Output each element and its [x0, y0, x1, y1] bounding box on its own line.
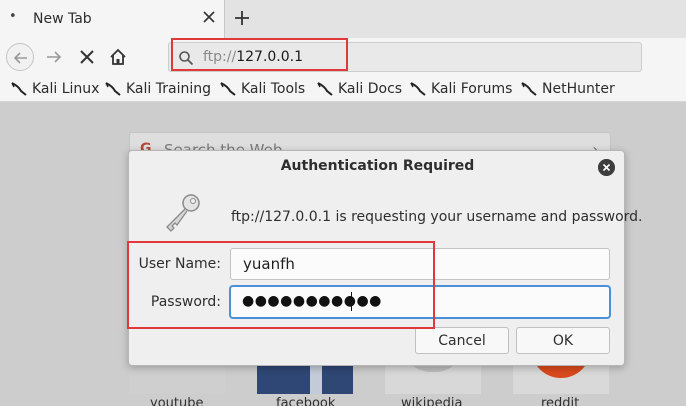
close-tab-icon[interactable] — [202, 10, 216, 24]
tile-label: reddit — [541, 396, 580, 406]
forward-arrow-icon[interactable] — [44, 47, 64, 67]
bookmark-label: Kali Linux — [32, 81, 100, 97]
kali-dragon-icon — [521, 82, 537, 96]
bookmark-label: Kali Forums — [431, 81, 513, 97]
kali-dragon-icon — [410, 82, 426, 96]
bookmark-label: NetHunter — [542, 81, 615, 97]
tab-indicator-icon: • — [9, 9, 17, 24]
bookmark-label: Kali Training — [126, 81, 211, 97]
home-icon[interactable] — [108, 47, 128, 67]
back-button[interactable] — [6, 43, 34, 71]
key-icon — [166, 194, 200, 232]
navigation-toolbar: ftp://127.0.0.1 — [0, 38, 686, 76]
url-highlight-box — [171, 38, 348, 71]
tile-label: facebook — [276, 396, 336, 406]
bookmark-kali-tools[interactable]: Kali Tools — [219, 80, 305, 98]
bookmark-label: Kali Tools — [241, 81, 306, 97]
dialog-message: ftp://127.0.0.1 is requesting your usern… — [231, 209, 643, 225]
tile-label: youtube — [150, 396, 204, 406]
ok-button[interactable]: OK — [516, 327, 610, 354]
bookmark-kali-training[interactable]: Kali Training — [104, 80, 211, 98]
dialog-title: Authentication Required — [280, 158, 475, 174]
cancel-button[interactable]: Cancel — [415, 327, 509, 354]
bookmark-kali-docs[interactable]: Kali Docs — [316, 80, 402, 98]
bookmark-kali-linux[interactable]: Kali Linux — [10, 80, 99, 98]
kali-dragon-icon — [317, 82, 333, 96]
tile-label: wikipedia — [401, 396, 463, 406]
stop-icon[interactable] — [78, 48, 96, 66]
kali-dragon-icon — [11, 82, 27, 96]
bookmark-kali-forums[interactable]: Kali Forums — [409, 80, 512, 98]
new-tab-icon[interactable] — [233, 9, 251, 27]
kali-dragon-icon — [220, 82, 236, 96]
tab-title: New Tab — [33, 11, 92, 27]
tab-new-tab[interactable]: • New Tab — [0, 0, 225, 38]
bookmarks-bar: Kali Linux Kali Training Kali Tools Kali… — [0, 76, 686, 102]
authentication-dialog: Authentication Required ftp://127.0.0.1 … — [127, 150, 642, 366]
tab-strip: • New Tab — [0, 0, 686, 38]
close-dialog-icon[interactable] — [598, 159, 615, 176]
bookmark-label: Kali Docs — [338, 81, 403, 97]
back-arrow-icon — [13, 52, 27, 64]
credentials-highlight-box — [127, 241, 435, 329]
bookmark-nethunter[interactable]: NetHunter — [520, 80, 615, 98]
kali-dragon-icon — [105, 82, 121, 96]
